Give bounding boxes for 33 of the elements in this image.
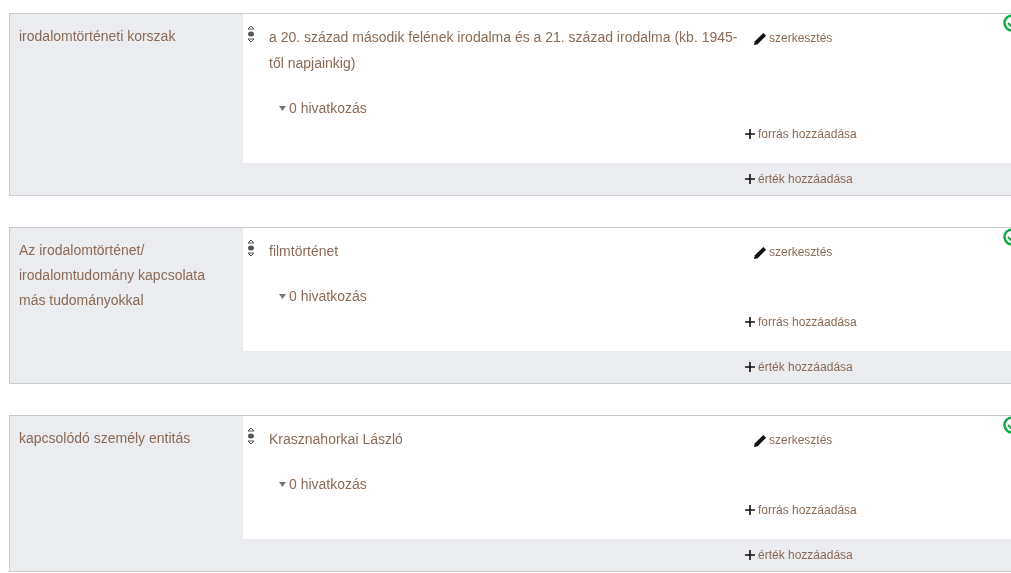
- references-toggle[interactable]: 0 hivatkozás: [279, 98, 367, 119]
- rank-icon[interactable]: [247, 26, 255, 42]
- plus-icon: [745, 550, 755, 560]
- add-value-link[interactable]: érték hozzáadása: [745, 546, 853, 564]
- caret-icon: [279, 294, 286, 299]
- add-value-link[interactable]: érték hozzáadása: [745, 358, 853, 376]
- edit-link[interactable]: szerkesztés: [753, 432, 833, 448]
- caret-icon: [279, 482, 286, 487]
- add-reference-link[interactable]: forrás hozzáadása: [745, 501, 857, 519]
- add-reference-link[interactable]: forrás hozzáadása: [745, 313, 857, 331]
- edit-link[interactable]: szerkesztés: [753, 244, 833, 260]
- caret-icon: [279, 106, 286, 111]
- rank-icon[interactable]: [247, 240, 255, 256]
- add-reference-link[interactable]: forrás hozzáadása: [745, 125, 857, 143]
- pencil-icon: [753, 432, 768, 448]
- edit-link[interactable]: szerkesztés: [753, 30, 833, 46]
- property-label: Az irodalomtörténet/ irodalomtudomány kapcsolata más tudományokkal: [19, 241, 206, 310]
- plus-icon: [745, 129, 755, 139]
- references-toggle[interactable]: 0 hivatkozás: [279, 474, 367, 495]
- value-text: filmtörténet: [269, 242, 340, 261]
- value-text: a 20. század második felének irodalma és a 21. század irodalma (kb. 1945-től napjainkig): [269, 28, 739, 73]
- plus-icon: [745, 505, 755, 515]
- plus-icon: [745, 174, 755, 184]
- pencil-icon: [753, 30, 768, 46]
- property-label: kapcsolódó személy entitás: [19, 429, 192, 448]
- value-text: Krasznahorkai László: [269, 430, 404, 449]
- add-value-link[interactable]: érték hozzáadása: [745, 170, 853, 188]
- references-toggle[interactable]: 0 hivatkozás: [279, 286, 367, 307]
- pencil-icon: [753, 244, 768, 260]
- plus-icon: [745, 317, 755, 327]
- property-label: irodalomtörténeti korszak: [19, 27, 177, 46]
- rank-icon[interactable]: [247, 428, 255, 444]
- plus-icon: [745, 362, 755, 372]
